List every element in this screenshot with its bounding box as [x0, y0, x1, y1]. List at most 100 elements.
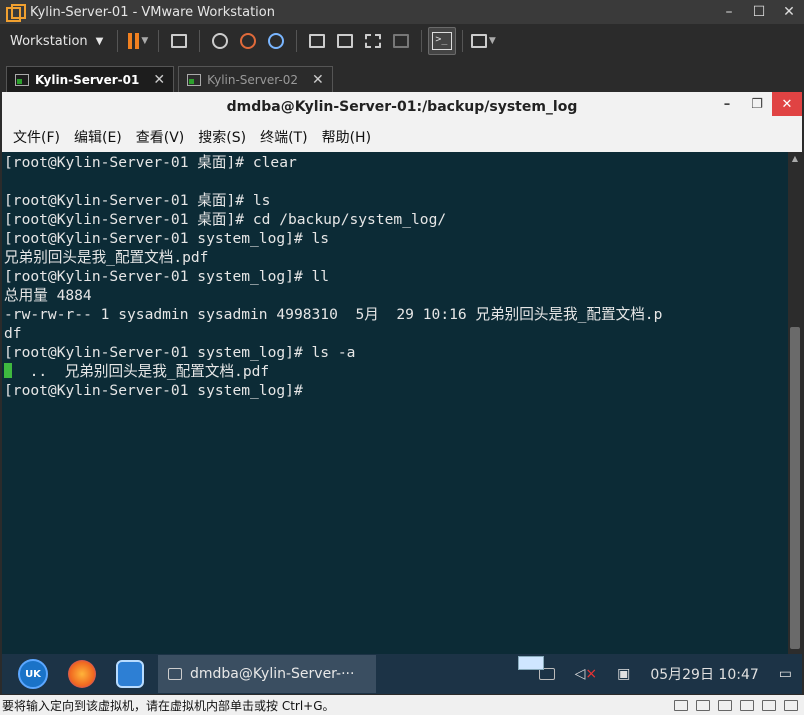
workstation-menu-label: Workstation [10, 33, 88, 49]
pause-vm-button[interactable]: ▼ [124, 27, 152, 55]
terminal-output[interactable]: [root@Kylin-Server-01 桌面]# clear [root@K… [2, 152, 788, 654]
terminal-line: [root@Kylin-Server-01 桌面]# clear [4, 154, 297, 171]
terminal-line: [root@Kylin-Server-01 桌面]# ls [4, 192, 271, 209]
vmware-close-button[interactable]: ✕ [774, 4, 804, 20]
status-message: 要将输入定向到该虚拟机，请在虚拟机内部单击或按 Ctrl+G。 [2, 698, 335, 713]
terminal-line: [root@Kylin-Server-01 system_log]# ls [4, 230, 330, 247]
close-icon[interactable]: ✕ [153, 72, 165, 88]
thumbnail-icon [337, 34, 354, 48]
full-screen-icon [365, 34, 382, 48]
taskbar-window-label: dmdba@Kylin-Server-··· [190, 666, 355, 682]
terminal-line: 总用量 4884 [4, 287, 92, 304]
terminal-window-controls: – ❐ ✕ [712, 92, 802, 116]
display-icon[interactable] [784, 699, 798, 711]
cdrom-icon[interactable] [696, 699, 710, 711]
menu-terminal[interactable]: 终端(T) [253, 127, 314, 147]
vmware-logo-icon [6, 4, 26, 22]
snapshot-button[interactable] [206, 27, 234, 55]
clock[interactable]: 05月29日 10:47 [650, 664, 758, 684]
revert-snapshot-button[interactable] [234, 27, 262, 55]
terminal-line: df [4, 325, 22, 342]
menu-search[interactable]: 搜索(S) [191, 127, 253, 147]
terminal-line-ls-a: .. 兄弟别回头是我_配置文档.pdf [4, 362, 786, 381]
guest-taskbar: UK dmdba@Kylin-Server-··· ◁× ▣ 05月29日 10… [2, 654, 802, 694]
vmware-window-controls: – ☐ ✕ [714, 4, 804, 20]
tab-kylin-server-02[interactable]: Kylin-Server-02 ✕ [178, 66, 333, 92]
terminal-title-bar: dmdba@Kylin-Server-01:/backup/system_log… [2, 92, 802, 122]
workspace-preview-icon[interactable] [518, 656, 544, 670]
thumbnail-bar-button[interactable] [331, 27, 359, 55]
pause-icon [128, 33, 140, 49]
taskbar-window-terminal[interactable]: dmdba@Kylin-Server-··· [158, 655, 376, 693]
menu-help[interactable]: 帮助(H) [315, 127, 378, 147]
snapshot-icon [212, 33, 229, 49]
terminal-line: -rw-rw-r-- 1 sysadmin sysadmin 4998310 5… [4, 306, 663, 323]
firefox-icon[interactable] [68, 660, 96, 688]
scrollbar-thumb[interactable] [790, 327, 800, 649]
vm-running-icon [15, 73, 29, 86]
chevron-down-icon: ▼ [141, 36, 149, 46]
unity-button[interactable] [387, 27, 415, 55]
terminal-line: [root@Kylin-Server-01 system_log]# ll [4, 268, 330, 285]
menu-edit[interactable]: 编辑(E) [67, 127, 129, 147]
vmware-toolbar: Workstation ▼ ▼ >_ ▼ [0, 24, 804, 58]
close-icon[interactable]: ✕ [312, 72, 324, 88]
send-ctrl-alt-del-button[interactable] [165, 27, 193, 55]
chevron-down-icon: ▼ [488, 36, 496, 46]
vmware-title-bar: Kylin-Server-01 - VMware Workstation – ☐… [0, 0, 804, 24]
hard-disk-icon[interactable] [674, 699, 688, 711]
toolbar-divider [158, 30, 160, 52]
dot-entry-highlight [4, 363, 12, 378]
terminal-icon [168, 668, 182, 680]
terminal-minimize-button[interactable]: – [712, 92, 742, 116]
terminal-scrollbar[interactable]: ▲ [788, 152, 802, 654]
vmware-window-title: Kylin-Server-01 - VMware Workstation [30, 4, 275, 20]
vmware-minimize-button[interactable]: – [714, 4, 744, 20]
start-menu-button[interactable]: UK [18, 659, 48, 689]
full-screen-button[interactable] [359, 27, 387, 55]
tab-label: Kylin-Server-02 [207, 72, 298, 87]
vm-tab-bar: Kylin-Server-01 ✕ Kylin-Server-02 ✕ [0, 64, 804, 92]
terminal-line: [root@Kylin-Server-01 桌面]# cd /backup/sy… [4, 211, 447, 228]
system-tray: ◁× ▣ 05月29日 10:47 ▭ [529, 664, 802, 684]
toolbar-divider [296, 30, 298, 52]
usb-icon[interactable] [740, 699, 754, 711]
toolbar-divider [421, 30, 423, 52]
vmware-maximize-button[interactable]: ☐ [744, 4, 774, 20]
speaker-muted-icon[interactable]: ◁× [575, 666, 598, 682]
revert-snapshot-icon [240, 33, 257, 49]
library-icon [309, 34, 326, 48]
ls-a-output: .. 兄弟别回头是我_配置文档.pdf [12, 363, 270, 380]
toolbar-divider [199, 30, 201, 52]
unity-icon [393, 34, 410, 48]
snapshot-manager-button[interactable] [262, 27, 290, 55]
taskbar-spacer [376, 654, 544, 694]
sound-icon[interactable] [762, 699, 776, 711]
snapshot-manager-icon [268, 33, 285, 49]
tab-kylin-server-01[interactable]: Kylin-Server-01 ✕ [6, 66, 175, 92]
terminal-icon: >_ [432, 32, 453, 50]
vm-running-icon [187, 73, 202, 86]
toolbar-divider [462, 30, 464, 52]
console-view-button[interactable]: >_ [428, 27, 457, 55]
stretch-guest-button[interactable]: ▼ [469, 27, 497, 55]
notification-icon[interactable]: ▭ [779, 666, 792, 682]
device-status-icons [674, 699, 804, 711]
file-manager-icon[interactable] [116, 660, 144, 688]
terminal-prompt-line: [root@Kylin-Server-01 system_log]# [4, 382, 312, 399]
stretch-icon [470, 34, 487, 48]
menu-file[interactable]: 文件(F) [6, 127, 67, 147]
menu-view[interactable]: 查看(V) [129, 127, 192, 147]
workstation-menu[interactable]: Workstation ▼ [0, 27, 111, 55]
terminal-close-button[interactable]: ✕ [772, 92, 802, 116]
terminal-line: 兄弟别回头是我_配置文档.pdf [4, 249, 209, 266]
keyboard-send-icon [171, 34, 188, 48]
terminal-menu-bar: 文件(F) 编辑(E) 查看(V) 搜索(S) 终端(T) 帮助(H) [2, 122, 802, 152]
toolbar-divider [117, 30, 119, 52]
network-icon[interactable]: ▣ [617, 666, 630, 682]
network-adapter-icon[interactable] [718, 699, 732, 711]
terminal-maximize-button[interactable]: ❐ [742, 92, 772, 116]
scroll-up-arrow-icon[interactable]: ▲ [788, 152, 802, 166]
show-library-button[interactable] [303, 27, 331, 55]
